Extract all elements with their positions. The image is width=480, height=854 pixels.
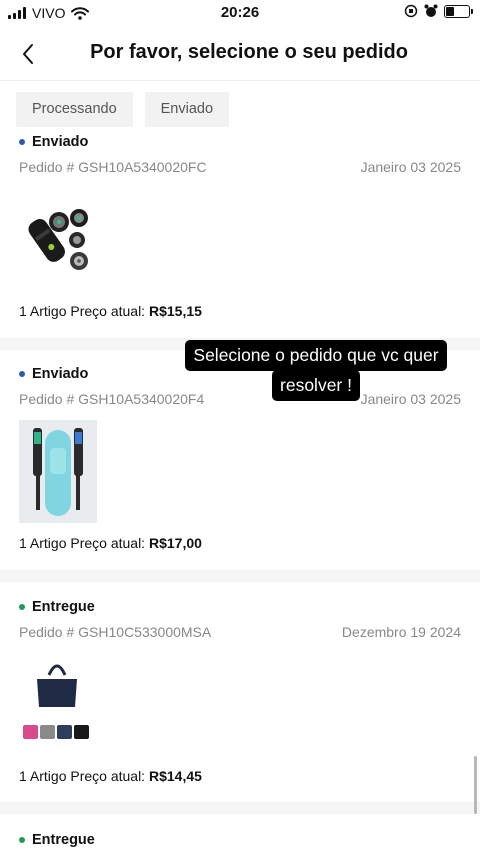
divider: [0, 570, 480, 582]
product-image-toothbrush: [19, 420, 97, 523]
item-count-label: 1 Artigo Preço atual:: [19, 303, 146, 319]
filter-tabs: Processando Enviado: [16, 92, 230, 127]
order-card[interactable]: Entregue: [0, 826, 480, 854]
page-title: Por favor, selecione o seu pedido: [90, 41, 408, 63]
header: Por favor, selecione o seu pedido: [0, 26, 480, 81]
filter-processing[interactable]: Processando: [16, 92, 133, 127]
orientation-lock-icon: [404, 4, 418, 18]
order-card[interactable]: Entregue Pedido # GSH10C533000MSA Dezemb…: [0, 593, 480, 800]
order-date: Janeiro 03 2025: [360, 159, 461, 175]
order-price: R$17,00: [148, 535, 202, 551]
order-summary: 1 Artigo Preço atual: R$15,15: [19, 303, 202, 319]
divider: [0, 802, 480, 814]
filter-shipped[interactable]: Enviado: [144, 92, 230, 127]
alarm-icon: [424, 4, 438, 17]
caption-overlay: Selecione o pedido que vc quer resolver …: [180, 340, 452, 401]
caption-line-1: Selecione o pedido que vc quer: [185, 340, 447, 371]
order-id: Pedido # GSH10A5340020F4: [19, 391, 205, 407]
product-image-shaver: [28, 209, 88, 270]
order-status: Entregue: [32, 599, 95, 615]
order-status: Enviado: [32, 134, 89, 150]
item-count-label: 1 Artigo Preço atual:: [19, 768, 146, 784]
order-id: Pedido # GSH10A5340020FC: [19, 159, 207, 175]
scrollbar[interactable]: [474, 756, 477, 814]
order-price: R$14,45: [148, 768, 202, 784]
order-card[interactable]: Enviado Pedido # GSH10A5340020FC Janeiro…: [0, 128, 480, 338]
status-dot: [19, 371, 25, 377]
order-summary: 1 Artigo Preço atual: R$14,45: [19, 768, 202, 784]
battery-icon: [444, 4, 473, 18]
status-bar: VIVO 20:26: [0, 0, 480, 26]
item-count-label: 1 Artigo Preço atual:: [19, 535, 146, 551]
order-status: Enviado: [32, 366, 89, 382]
order-date: Dezembro 19 2024: [341, 624, 461, 640]
order-price: R$15,15: [148, 303, 202, 319]
order-id: Pedido # GSH10C533000MSA: [19, 624, 212, 640]
product-image-tote-bag: [23, 664, 89, 739]
status-dot: [19, 139, 25, 145]
order-summary: 1 Artigo Preço atual: R$17,00: [19, 535, 202, 551]
order-status: Entregue: [32, 832, 95, 848]
status-dot: [19, 837, 25, 843]
status-dot: [19, 604, 25, 610]
caption-line-2: resolver !: [272, 369, 360, 401]
